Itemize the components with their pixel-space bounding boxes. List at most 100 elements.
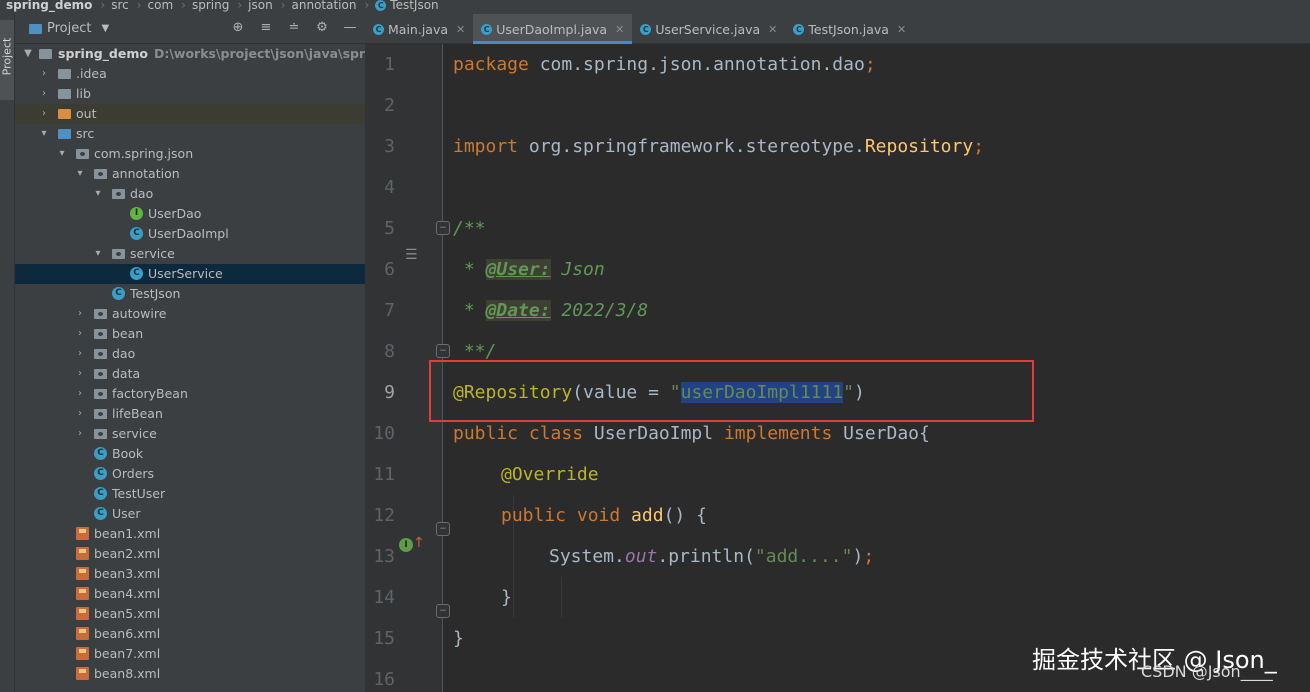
chevron-right-icon[interactable]: › (39, 104, 49, 124)
tree-label: bean6.xml (94, 626, 161, 641)
chevron-right-icon[interactable]: › (39, 84, 49, 104)
method-call: .println( (657, 546, 755, 567)
breadcrumb-item[interactable]: annotation (286, 0, 357, 11)
module-name: spring_demo (58, 46, 148, 61)
tree-row[interactable]: bean6.xml (15, 624, 365, 644)
tree-row[interactable]: › bean (15, 324, 365, 344)
fold-icon[interactable]: − (436, 344, 450, 358)
chevron-down-icon[interactable]: ▼ (23, 44, 33, 64)
chevron-down-icon[interactable]: ▾ (75, 164, 85, 184)
chevron-right-icon[interactable]: › (75, 384, 85, 404)
fold-icon[interactable]: − (436, 522, 450, 536)
tree-row[interactable]: › lifeBean (15, 404, 365, 424)
tree-row[interactable]: C User (15, 504, 365, 524)
static-field: out (624, 546, 658, 567)
chevron-down-icon[interactable]: ▾ (93, 244, 103, 264)
tab-testjson-java[interactable]: C TestJson.java ✕ (785, 14, 914, 44)
editor-tab-bar: C Main.java ✕ C UserDaoImpl.java ✕ C Use… (365, 14, 1310, 44)
breadcrumb-item-current[interactable]: C TestJson (369, 0, 439, 11)
tree-row[interactable]: C Book (15, 444, 365, 464)
tree-row[interactable]: › autowire (15, 304, 365, 324)
tree-row-selected[interactable]: C UserService (15, 264, 365, 284)
tree-row[interactable]: C UserDaoImpl (15, 224, 365, 244)
tree-row[interactable]: ▾ com.spring.json (15, 144, 365, 164)
expand-all-icon[interactable]: ≡ (257, 20, 275, 35)
code-line: /** (453, 218, 486, 239)
tree-row[interactable]: › service (15, 424, 365, 444)
close-icon[interactable]: ✕ (615, 23, 624, 36)
tree-label: bean8.xml (94, 666, 161, 681)
tree-row[interactable]: ▾ service (15, 244, 365, 264)
collapse-all-icon[interactable]: ≐ (285, 20, 303, 35)
tree-row[interactable]: › .idea (15, 64, 365, 84)
tree-row[interactable]: › lib (15, 84, 365, 104)
tab-userdaoimpl-java[interactable]: C UserDaoImpl.java ✕ (473, 14, 633, 44)
semicolon: ; (973, 136, 985, 157)
chevron-down-icon[interactable]: ▾ (57, 144, 67, 164)
tree-label: Orders (112, 466, 155, 481)
chevron-right-icon[interactable]: › (75, 364, 85, 384)
tree-row[interactable]: bean3.xml (15, 564, 365, 584)
keyword: public class (453, 423, 584, 444)
tree-label: autowire (112, 306, 167, 321)
breadcrumb-item[interactable]: spring (186, 0, 229, 11)
chevron-down-icon[interactable]: ▾ (93, 184, 103, 204)
class-icon: C (375, 0, 387, 11)
tree-row[interactable]: C TestUser (15, 484, 365, 504)
chevron-right-icon[interactable]: › (75, 424, 85, 444)
chevron-right-icon[interactable]: › (75, 304, 85, 324)
close-icon[interactable]: ✕ (768, 23, 777, 36)
tree-row[interactable]: ▾ dao (15, 184, 365, 204)
tree-row[interactable]: bean7.xml (15, 644, 365, 664)
xml-file-icon (76, 547, 89, 560)
breadcrumb-item[interactable]: com (142, 0, 174, 11)
tree-label: TestJson (130, 286, 181, 301)
chevron-down-icon[interactable]: ▼ (101, 23, 109, 34)
tree-label: UserService (148, 266, 223, 281)
hide-icon[interactable]: — (341, 20, 359, 35)
chevron-down-icon[interactable]: ▾ (39, 124, 49, 144)
chevron-right-icon[interactable]: › (39, 64, 49, 84)
class-icon: C (130, 227, 143, 240)
chevron-right-icon[interactable]: › (75, 324, 85, 344)
tree-row[interactable]: › dao (15, 344, 365, 364)
implements-method-icon[interactable]: I ↑ (399, 535, 425, 552)
comment: 2022/3/8 (550, 300, 649, 321)
fold-icon[interactable]: − (436, 221, 450, 235)
tree-row[interactable]: C Orders (15, 464, 365, 484)
gear-icon[interactable]: ⚙ (313, 20, 331, 35)
panel-title[interactable]: Project (47, 21, 91, 36)
rendered-doc-icon[interactable]: ☰ (405, 247, 418, 263)
tab-main-java[interactable]: C Main.java ✕ (365, 14, 473, 44)
tree-label: service (130, 246, 175, 261)
tree-row[interactable]: bean4.xml (15, 584, 365, 604)
fold-icon[interactable]: − (436, 604, 450, 618)
chevron-right-icon[interactable]: › (75, 344, 85, 364)
close-icon[interactable]: ✕ (897, 23, 906, 36)
tree-row[interactable]: bean2.xml (15, 544, 365, 564)
close-icon[interactable]: ✕ (456, 23, 465, 36)
tree-row[interactable]: bean8.xml (15, 664, 365, 684)
tree-row[interactable]: › data (15, 364, 365, 384)
tree-row[interactable]: ▼ spring_demo D:\works\project\json\java\… (15, 44, 365, 64)
breadcrumb-item[interactable]: spring_demo (0, 0, 92, 11)
tree-row[interactable]: C TestJson (15, 284, 365, 304)
code-line: } (453, 628, 464, 649)
tree-row[interactable]: ▾ src (15, 124, 365, 144)
locate-icon[interactable]: ⊕ (229, 20, 247, 35)
tree-row[interactable]: bean1.xml (15, 524, 365, 544)
tab-userservice-java[interactable]: C UserService.java ✕ (632, 14, 785, 44)
tree-row[interactable]: bean5.xml (15, 604, 365, 624)
tree-label: Book (112, 446, 144, 461)
breadcrumb-item[interactable]: src (105, 0, 129, 11)
package-icon (94, 369, 107, 379)
tree-row[interactable]: › factoryBean (15, 384, 365, 404)
line-number: 2 (384, 95, 395, 116)
project-tool-tab[interactable]: Project (0, 20, 14, 100)
breadcrumb-item[interactable]: json (242, 0, 273, 11)
tree-row[interactable]: ▾ annotation (15, 164, 365, 184)
tree-row[interactable]: I UserDao (15, 204, 365, 224)
keyword: import (453, 136, 519, 157)
tree-row[interactable]: › out (15, 104, 365, 124)
chevron-right-icon[interactable]: › (75, 404, 85, 424)
